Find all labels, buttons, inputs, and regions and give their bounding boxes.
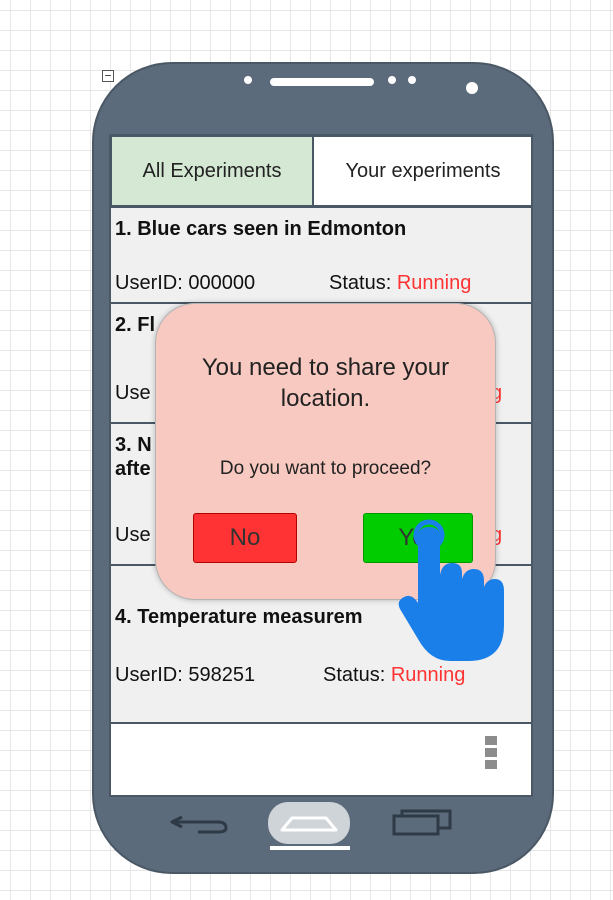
status-value: Running [396, 272, 472, 294]
tab-yours-label: Your experiments [345, 159, 501, 182]
tab-your-experiments[interactable]: Your experiments [313, 136, 531, 206]
collapse-icon[interactable]: − [102, 70, 114, 82]
experiment-title: 2. Fl [115, 314, 156, 336]
experiment-user-id: Use [115, 524, 151, 546]
home-indicator [270, 846, 350, 850]
sensor-dot-icon [388, 76, 396, 84]
experiment-user-id: UserID: 000000 [115, 272, 256, 294]
sensor-dot-icon [244, 76, 252, 84]
no-button[interactable]: No [193, 513, 297, 563]
status-label: Status: [329, 272, 392, 294]
dialog-title: You need to share your location. [201, 354, 450, 412]
no-button-label: No [229, 524, 261, 551]
home-icon [280, 816, 338, 832]
experiment-card[interactable]: 1. Blue cars seen in Edmonton UserID: 00… [111, 206, 531, 302]
experiment-status: Status: Running [323, 664, 465, 687]
home-button[interactable] [268, 802, 350, 844]
menu-dot [485, 736, 497, 745]
pointing-hand-icon [398, 519, 504, 661]
experiment-title: 1. Blue cars seen in Edmonton [115, 218, 407, 240]
sensor-dot-icon [408, 76, 416, 84]
experiment-user-id: UserID: 598251 [115, 664, 256, 686]
tab-all-label: All Experiments [142, 159, 282, 182]
experiment-title: 4. Temperature measurem [115, 606, 363, 628]
experiment-title: 3. N [115, 434, 152, 456]
front-camera-icon [466, 82, 478, 94]
status-value: Running [390, 664, 466, 686]
back-arrow-icon[interactable] [168, 808, 232, 838]
menu-dot [485, 748, 497, 757]
experiment-status: Status: Running [329, 272, 471, 295]
dialog-question: Do you want to proceed? [219, 458, 432, 479]
status-label: Status: [323, 664, 386, 686]
overflow-menu-icon[interactable] [485, 736, 497, 772]
experiment-title-line2: afte [115, 458, 151, 480]
menu-dot [485, 760, 497, 769]
recent-apps-icon[interactable] [390, 808, 460, 838]
experiment-user-id: Use [115, 382, 151, 404]
speaker-grille [270, 78, 374, 86]
tab-all-experiments[interactable]: All Experiments [111, 136, 313, 206]
